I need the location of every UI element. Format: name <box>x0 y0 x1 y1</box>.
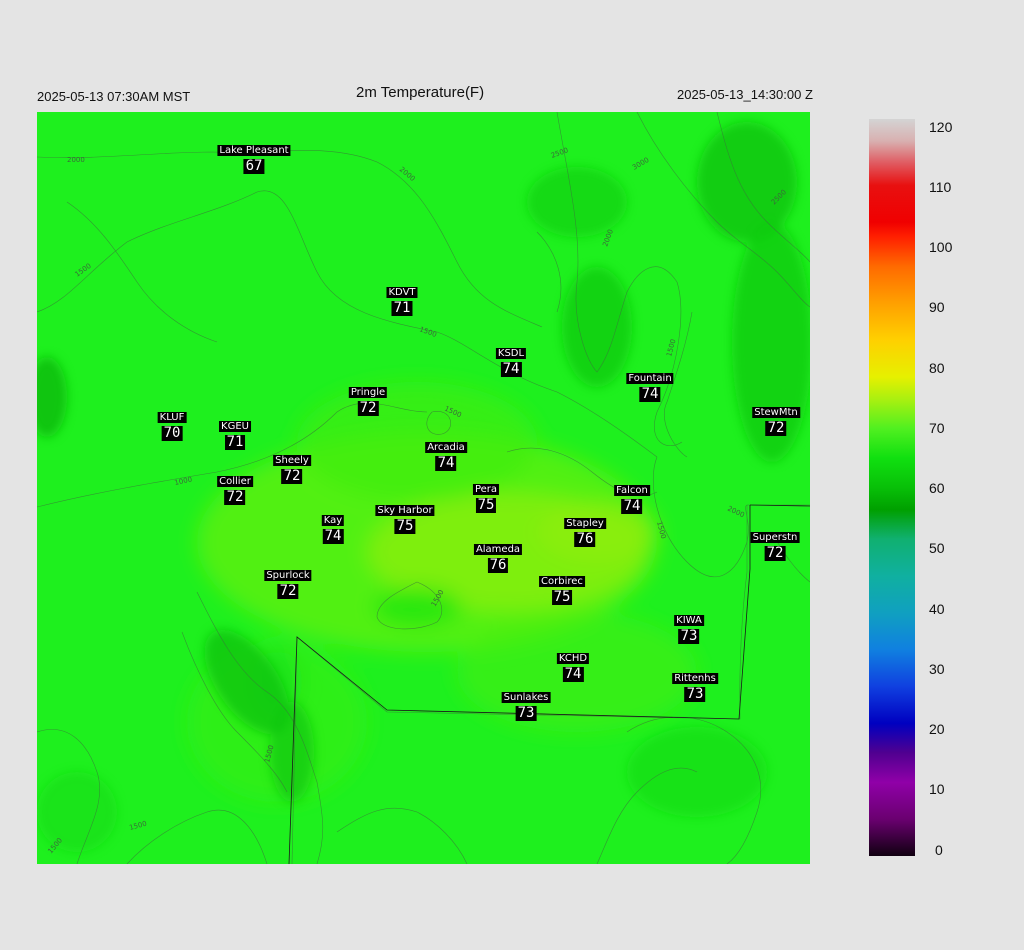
colorbar-label: 120 <box>929 119 953 135</box>
station-temp: 73 <box>515 705 537 721</box>
station-temp: 75 <box>475 497 497 513</box>
temperature-colorbar <box>869 119 915 856</box>
colorbar-label: 60 <box>929 480 945 496</box>
station-corbirec[interactable]: Corbirec 75 <box>539 571 585 605</box>
station-temp: 72 <box>224 489 246 505</box>
station-name: Arcadia <box>425 442 467 453</box>
contour-label: 2000 <box>67 156 85 164</box>
station-name: KCHD <box>556 653 590 664</box>
station-temp: 74 <box>639 386 661 402</box>
station-name: Stapley <box>564 518 606 529</box>
station-temp: 74 <box>435 455 457 471</box>
colorbar-label: 90 <box>929 299 945 315</box>
station-temp: 70 <box>161 425 183 441</box>
station-sheely[interactable]: Sheely 72 <box>273 450 311 484</box>
station-sunlakes[interactable]: Sunlakes 73 <box>501 687 551 721</box>
station-name: KSDL <box>495 348 527 359</box>
station-fountain[interactable]: Fountain 74 <box>626 368 674 402</box>
station-temp: 74 <box>562 666 584 682</box>
station-kgeu[interactable]: KGEU 71 <box>219 416 251 450</box>
station-temp: 75 <box>394 518 416 534</box>
station-temp: 75 <box>551 589 573 605</box>
station-superstn[interactable]: Superstn 72 <box>750 527 800 561</box>
colorbar-label: 110 <box>929 179 952 195</box>
station-kchd[interactable]: KCHD 74 <box>556 648 590 682</box>
map-background: 2000 1500 1000 2000 2500 3000 2500 2000 … <box>37 112 810 864</box>
station-name: Pera <box>472 484 500 495</box>
station-name: KGEU <box>219 421 251 432</box>
station-sky-harbor[interactable]: Sky Harbor 75 <box>375 500 435 534</box>
station-stapley[interactable]: Stapley 76 <box>564 513 606 547</box>
station-kdvt[interactable]: KDVT 71 <box>386 282 418 316</box>
station-kiwa[interactable]: KIWA 73 <box>674 610 704 644</box>
colorbar-label: 100 <box>929 239 953 255</box>
station-name: StewMtn <box>752 407 800 418</box>
station-temp: 74 <box>500 361 522 377</box>
station-name: KDVT <box>386 287 418 298</box>
station-pera[interactable]: Pera 75 <box>472 479 500 513</box>
colorbar-label: 80 <box>929 360 945 376</box>
station-lake-pleasant[interactable]: Lake Pleasant 67 <box>217 140 291 174</box>
station-name: Alameda <box>473 544 523 555</box>
station-kluf[interactable]: KLUF 70 <box>157 407 187 441</box>
station-temp: 72 <box>357 400 379 416</box>
colorbar-label: 30 <box>929 661 945 677</box>
station-temp: 72 <box>764 545 786 561</box>
station-name: Spurlock <box>264 570 312 581</box>
station-name: Kay <box>321 515 345 526</box>
valid-time-utc: 2025-05-13_14:30:00 Z <box>677 87 813 102</box>
colorbar-label: 50 <box>929 540 945 556</box>
station-arcadia[interactable]: Arcadia 74 <box>425 437 467 471</box>
colorbar-label: 20 <box>929 721 945 737</box>
temperature-map[interactable]: 2000 1500 1000 2000 2500 3000 2500 2000 … <box>37 112 810 864</box>
station-collier[interactable]: Collier 72 <box>217 471 253 505</box>
station-temp: 74 <box>621 498 643 514</box>
station-temp: 72 <box>765 420 787 436</box>
station-temp: 71 <box>224 434 246 450</box>
station-ksdl[interactable]: KSDL 74 <box>495 343 527 377</box>
station-temp: 72 <box>281 468 303 484</box>
map-title: 2m Temperature(F) <box>356 84 485 101</box>
station-rittenhs[interactable]: Rittenhs 73 <box>672 668 718 702</box>
valid-time-local: 2025-05-13 07:30AM MST <box>37 89 191 104</box>
station-temp: 74 <box>322 528 344 544</box>
station-temp: 76 <box>487 557 509 573</box>
station-temp: 73 <box>684 686 706 702</box>
station-spurlock[interactable]: Spurlock 72 <box>264 565 312 599</box>
station-name: Sky Harbor <box>375 505 435 516</box>
station-name: Falcon <box>614 485 650 496</box>
station-temp: 67 <box>243 158 265 174</box>
station-name: Fountain <box>626 373 674 384</box>
station-temp: 73 <box>678 628 700 644</box>
station-name: KLUF <box>157 412 187 423</box>
station-name: KIWA <box>674 615 704 626</box>
station-name: Rittenhs <box>672 673 718 684</box>
station-stewmtn[interactable]: StewMtn 72 <box>752 402 800 436</box>
station-temp: 76 <box>574 531 596 547</box>
station-alameda[interactable]: Alameda 76 <box>473 539 523 573</box>
station-pringle[interactable]: Pringle 72 <box>348 382 388 416</box>
station-name: Sheely <box>273 455 311 466</box>
colorbar-label: 70 <box>929 420 945 436</box>
colorbar-label: 10 <box>929 781 945 797</box>
station-name: Collier <box>217 476 253 487</box>
station-name: Lake Pleasant <box>217 145 291 156</box>
station-kay[interactable]: Kay 74 <box>321 510 345 544</box>
station-name: Corbirec <box>539 576 585 587</box>
station-name: Pringle <box>348 387 388 398</box>
station-temp: 71 <box>391 300 413 316</box>
station-name: Sunlakes <box>501 692 551 703</box>
station-name: Superstn <box>750 532 800 543</box>
colorbar-label: 40 <box>929 601 945 617</box>
station-temp: 72 <box>277 583 299 599</box>
colorbar-label: 0 <box>935 842 943 858</box>
station-falcon[interactable]: Falcon 74 <box>614 480 650 514</box>
